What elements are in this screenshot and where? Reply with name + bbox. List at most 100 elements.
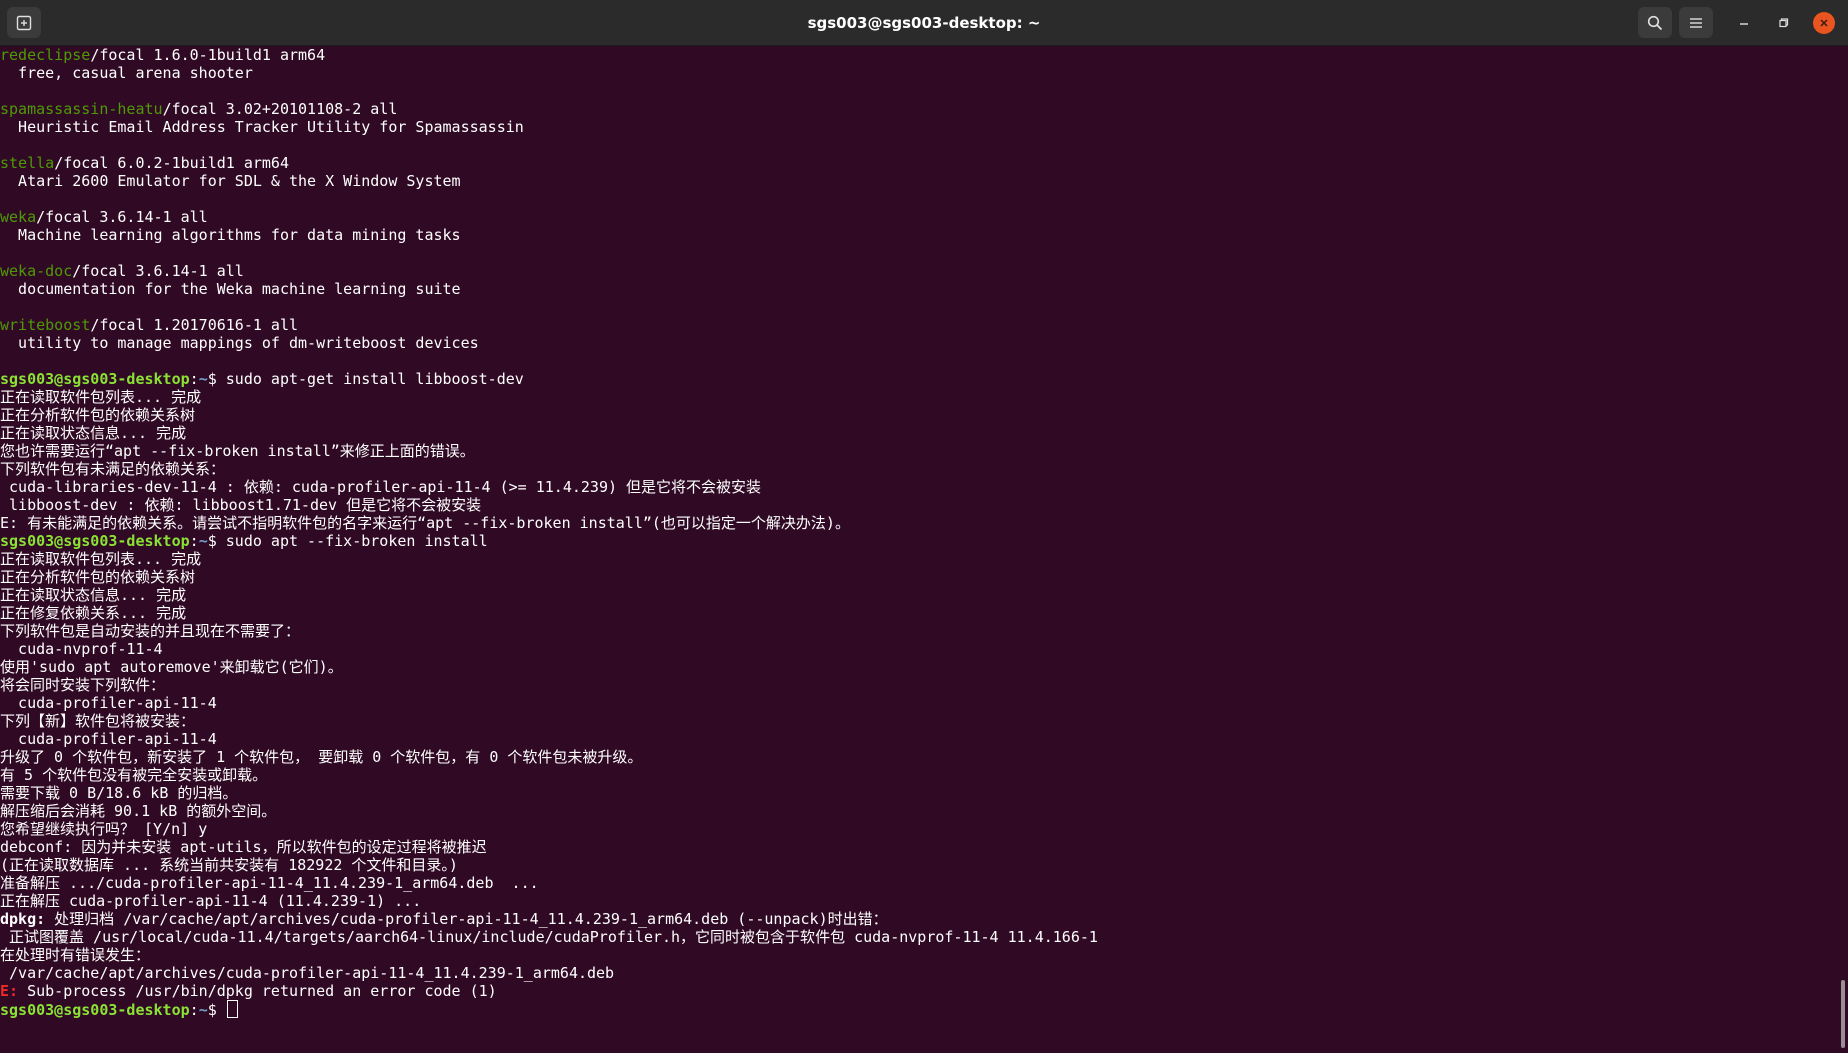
terminal-line: Machine learning algorithms for data min… [0, 226, 1840, 244]
terminal-text: /focal 3.6.14-1 all [36, 208, 208, 226]
terminal-text: free, casual arena shooter [0, 64, 253, 82]
terminal-text: /focal 3.6.14-1 all [72, 262, 244, 280]
terminal-text: ~ [198, 1001, 208, 1019]
terminal-line: 正在分析软件包的依赖关系树 [0, 406, 1840, 424]
terminal-line: documentation for the Weka machine learn… [0, 280, 1840, 298]
hamburger-menu-icon [1690, 17, 1702, 28]
terminal-text: E: [0, 982, 19, 1000]
terminal-line: weka-doc/focal 3.6.14-1 all [0, 262, 1840, 280]
menu-button[interactable] [1679, 7, 1713, 38]
terminal-text: 在处理时有错误发生： [0, 946, 151, 964]
terminal-line: weka/focal 3.6.14-1 all [0, 208, 1840, 226]
terminal-line: E: Sub-process /usr/bin/dpkg returned an… [0, 982, 1840, 1000]
close-button[interactable] [1812, 11, 1836, 35]
terminal-text: /focal 1.20170616-1 all [90, 316, 299, 334]
terminal-text: $ [207, 1001, 226, 1019]
maximize-button[interactable] [1772, 11, 1796, 35]
terminal-line: 正在解压 cuda-profiler-api-11-4 (11.4.239-1)… [0, 892, 1840, 910]
terminal-text: ~ [198, 532, 208, 550]
terminal-line: 使用'sudo apt autoremove'来卸载它(它们)。 [0, 658, 1840, 676]
terminal-text: $ sudo apt-get install libboost-dev [207, 370, 524, 388]
terminal-text: weka-doc [0, 262, 73, 280]
terminal-text: 需要下载 0 B/18.6 kB 的归档。 [0, 784, 238, 802]
terminal-line: 正在读取软件包列表... 完成 [0, 550, 1840, 568]
terminal-text: 解压缩后会消耗 90.1 kB 的额外空间。 [0, 802, 277, 820]
terminal-text: 使用'sudo apt autoremove'来卸载它(它们)。 [0, 658, 343, 676]
terminal-text: : [189, 1001, 199, 1019]
terminal-line: E: 有未能满足的依赖关系。请尝试不指明软件包的名字来运行“apt --fix-… [0, 514, 1840, 532]
terminal-line: cuda-libraries-dev-11-4 : 依赖: cuda-profi… [0, 478, 1840, 496]
terminal-text: : [189, 532, 199, 550]
terminal-text: 准备解压 .../cuda-profiler-api-11-4_11.4.239… [0, 874, 539, 892]
terminal-line: 正在读取软件包列表... 完成 [0, 388, 1840, 406]
terminal-line: /var/cache/apt/archives/cuda-profiler-ap… [0, 964, 1840, 982]
terminal-line: spamassassin-heatu/focal 3.02+20101108-2… [0, 100, 1840, 118]
terminal-text: 处理归档 /var/cache/apt/archives/cuda-profil… [45, 910, 888, 928]
terminal-line: utility to manage mappings of dm-writebo… [0, 334, 1840, 352]
terminal-text: documentation for the Weka machine learn… [0, 280, 461, 298]
search-button[interactable] [1638, 7, 1672, 38]
terminal-text: 您也许需要运行“apt --fix-broken install”来修正上面的错… [0, 442, 475, 460]
terminal-line: 有 5 个软件包没有被完全安装或卸载。 [0, 766, 1840, 784]
terminal-line: 您希望继续执行吗？ [Y/n] y [0, 820, 1840, 838]
scrollbar-thumb[interactable] [1841, 980, 1845, 1048]
terminal-line: 下列软件包有未满足的依赖关系： [0, 460, 1840, 478]
terminal-text: 正在分析软件包的依赖关系树 [0, 406, 196, 424]
terminal-text: 有 5 个软件包没有被完全安装或卸载。 [0, 766, 268, 784]
window-title: sgs003@sgs003-desktop: ~ [807, 14, 1041, 32]
terminal-line: 下列【新】软件包将被安装： [0, 712, 1840, 730]
terminal-text: (正在读取数据库 ... 系统当前共安装有 182922 个文件和目录。) [0, 856, 458, 874]
title-bar: sgs003@sgs003-desktop: ~ [0, 0, 1848, 46]
terminal-text: sgs003@sgs003-desktop [0, 532, 190, 550]
terminal-text: cuda-profiler-api-11-4 [0, 730, 217, 748]
terminal-text: /focal 3.02+20101108-2 all [162, 100, 398, 118]
close-button-circle [1813, 12, 1835, 34]
terminal-text: E: 有未能满足的依赖关系。请尝试不指明软件包的名字来运行“apt --fix-… [0, 514, 850, 532]
terminal-text: : [189, 370, 199, 388]
terminal-text: ~ [198, 370, 208, 388]
terminal-text: 正在读取状态信息... 完成 [0, 586, 187, 604]
terminal-text: 正在解压 cuda-profiler-api-11-4 (11.4.239-1)… [0, 892, 422, 910]
terminal-text: 正试图覆盖 /usr/local/cuda-11.4/targets/aarch… [0, 928, 1098, 946]
terminal-line: 升级了 0 个软件包，新安装了 1 个软件包， 要卸载 0 个软件包，有 0 个… [0, 748, 1840, 766]
terminal-line: cuda-profiler-api-11-4 [0, 730, 1840, 748]
terminal-line: cuda-nvprof-11-4 [0, 640, 1840, 658]
terminal-line: 下列软件包是自动安装的并且现在不需要了： [0, 622, 1840, 640]
terminal-line: Atari 2600 Emulator for SDL & the X Wind… [0, 172, 1840, 190]
terminal-text: $ sudo apt --fix-broken install [207, 532, 488, 550]
terminal-text: 正在读取状态信息... 完成 [0, 424, 187, 442]
terminal-text: debconf: 因为并未安装 apt-utils，所以软件包的设定过程将被推迟 [0, 838, 487, 856]
terminal-line: 正在读取状态信息... 完成 [0, 586, 1840, 604]
terminal-line: redeclipse/focal 1.6.0-1build1 arm64 [0, 46, 1840, 64]
terminal-line: 准备解压 .../cuda-profiler-api-11-4_11.4.239… [0, 874, 1840, 892]
terminal-output[interactable]: redeclipse/focal 1.6.0-1build1 arm64 fre… [0, 46, 1840, 1053]
terminal-text: dpkg: [0, 910, 46, 928]
terminal-text: 升级了 0 个软件包，新安装了 1 个软件包， 要卸载 0 个软件包，有 0 个… [0, 748, 643, 766]
terminal-line: sgs003@sgs003-desktop:~$ sudo apt-get in… [0, 370, 1840, 388]
terminal-line: (正在读取数据库 ... 系统当前共安装有 182922 个文件和目录。) [0, 856, 1840, 874]
terminal-text: weka [0, 208, 37, 226]
minimize-button[interactable] [1732, 11, 1756, 35]
terminal-text: redeclipse [0, 46, 91, 64]
terminal-line: sgs003@sgs003-desktop:~$ sudo apt --fix-… [0, 532, 1840, 550]
terminal-text: cuda-nvprof-11-4 [0, 640, 163, 658]
terminal-text: 下列【新】软件包将被安装： [0, 712, 196, 730]
terminal-line: 在处理时有错误发生： [0, 946, 1840, 964]
terminal-text: 将会同时安装下列软件： [0, 676, 166, 694]
terminal-line: 解压缩后会消耗 90.1 kB 的额外空间。 [0, 802, 1840, 820]
terminal-text: cuda-libraries-dev-11-4 : 依赖: cuda-profi… [0, 478, 762, 496]
terminal-text: 正在读取软件包列表... 完成 [0, 388, 202, 406]
terminal-text: 下列软件包是自动安装的并且现在不需要了： [0, 622, 301, 640]
terminal-text: Heuristic Email Address Tracker Utility … [0, 118, 524, 136]
terminal-text: 正在修复依赖关系... 完成 [0, 604, 187, 622]
terminal-line: 正在修复依赖关系... 完成 [0, 604, 1840, 622]
terminal-cursor [226, 1000, 238, 1018]
terminal-line: cuda-profiler-api-11-4 [0, 694, 1840, 712]
terminal-line: 将会同时安装下列软件： [0, 676, 1840, 694]
terminal-line: debconf: 因为并未安装 apt-utils，所以软件包的设定过程将被推迟 [0, 838, 1840, 856]
terminal-line: 正试图覆盖 /usr/local/cuda-11.4/targets/aarch… [0, 928, 1840, 946]
